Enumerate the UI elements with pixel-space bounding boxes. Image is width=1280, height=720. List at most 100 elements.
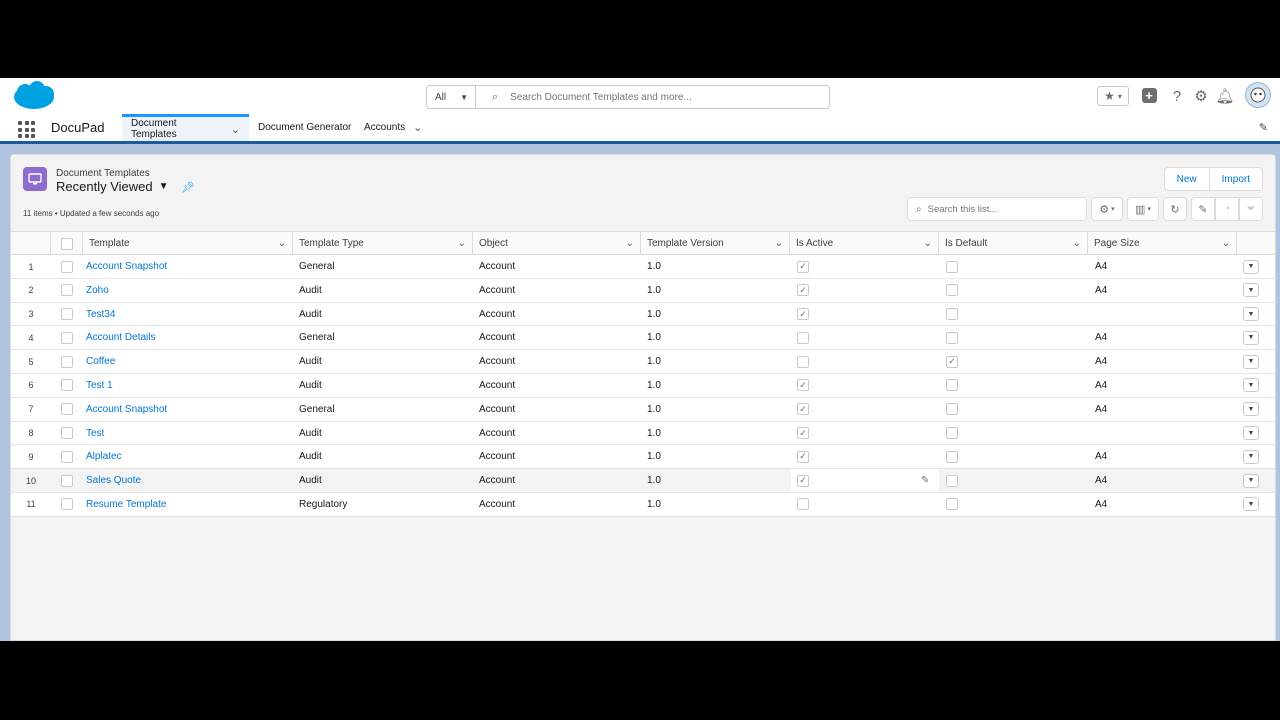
help-icon: ? bbox=[1172, 87, 1182, 105]
list-view-selector[interactable]: Recently Viewed ▼ bbox=[56, 179, 169, 194]
list-view-card: Document Templates Recently Viewed ▼ 📌︎ … bbox=[10, 154, 1276, 641]
is-default-cell bbox=[946, 374, 958, 397]
row-checkbox[interactable] bbox=[61, 308, 73, 321]
search-scope-select[interactable]: All ▼ bbox=[426, 85, 476, 109]
template-link[interactable]: Test34 bbox=[86, 303, 115, 326]
row-checkbox[interactable] bbox=[61, 403, 73, 416]
row-checkbox[interactable] bbox=[61, 284, 73, 297]
row-actions-header bbox=[1237, 232, 1275, 255]
template-link[interactable]: Account Snapshot bbox=[86, 255, 167, 278]
notifications-button[interactable]: 🔔︎ bbox=[1215, 86, 1234, 106]
row-action-menu-icon[interactable]: ▼ bbox=[1243, 283, 1259, 298]
template-link[interactable]: Account Details bbox=[86, 326, 155, 349]
row-checkbox[interactable] bbox=[61, 474, 73, 487]
table-row[interactable]: 8 Test Audit Account 1.0 ✓ ▼ bbox=[11, 421, 1275, 446]
row-checkbox[interactable] bbox=[61, 498, 73, 511]
row-checkbox[interactable] bbox=[61, 355, 73, 368]
table-row[interactable]: 10 Sales Quote Audit Account 1.0 ✎ ✓ A4 ▼ bbox=[11, 469, 1275, 493]
template-type-cell: General bbox=[299, 261, 335, 272]
chevron-down-icon[interactable]: ⌄ bbox=[278, 238, 286, 249]
row-checkbox[interactable] bbox=[61, 331, 73, 344]
template-link[interactable]: Zoho bbox=[86, 279, 109, 302]
column-header-is-default[interactable]: Is Default ⌄ bbox=[939, 232, 1088, 255]
column-header-page-size[interactable]: Page Size ⌄ bbox=[1088, 232, 1237, 255]
template-link[interactable]: Alplatec bbox=[86, 445, 122, 468]
is-default-checkbox bbox=[946, 450, 958, 463]
row-action-menu-icon[interactable]: ▼ bbox=[1243, 426, 1259, 441]
column-header-is-active[interactable]: Is Active ⌄ bbox=[790, 232, 939, 255]
favorites-button[interactable]: ★ ▾ bbox=[1097, 86, 1129, 106]
chevron-down-icon[interactable]: ⌄ bbox=[775, 238, 783, 249]
global-actions-button[interactable]: + bbox=[1140, 86, 1158, 104]
row-action-menu-icon[interactable]: ▼ bbox=[1243, 449, 1259, 464]
row-action-menu-icon[interactable]: ▼ bbox=[1243, 307, 1259, 322]
row-select bbox=[51, 398, 83, 421]
row-action-menu-icon[interactable]: ▼ bbox=[1243, 259, 1259, 274]
template-link[interactable]: Sales Quote bbox=[86, 469, 141, 492]
setup-button[interactable]: ⚙ bbox=[1192, 86, 1210, 106]
row-checkbox[interactable] bbox=[61, 427, 73, 440]
table-row[interactable]: 11 Resume Template Regulatory Account 1.0 A4 ▼ bbox=[11, 492, 1275, 517]
filter-button[interactable]: ⏷ bbox=[1239, 197, 1263, 221]
template-link[interactable]: Account Snapshot bbox=[86, 398, 167, 421]
template-type-cell: Audit bbox=[299, 427, 322, 439]
chevron-down-icon[interactable]: ⌄ bbox=[1073, 238, 1081, 249]
chevron-down-icon[interactable]: ⌄ bbox=[1222, 238, 1230, 249]
new-button[interactable]: New bbox=[1163, 167, 1210, 191]
list-search[interactable]: ⌕ bbox=[907, 197, 1087, 221]
chevron-down-icon[interactable]: ⌄ bbox=[458, 238, 466, 249]
table-row[interactable]: 7 Account Snapshot General Account 1.0 ✓ A4 ▼ bbox=[11, 397, 1275, 422]
template-link[interactable]: Coffee bbox=[86, 350, 115, 373]
row-checkbox[interactable] bbox=[61, 260, 73, 273]
column-header-template[interactable]: Template ⌄ bbox=[83, 232, 293, 255]
tab-accounts[interactable]: Accounts ⌄ bbox=[364, 114, 422, 141]
chevron-down-icon[interactable]: ⌄ bbox=[413, 121, 422, 134]
row-action-menu-icon[interactable]: ▼ bbox=[1243, 497, 1259, 512]
select-all-checkbox[interactable] bbox=[60, 237, 73, 250]
edit-list-button[interactable]: ✎ bbox=[1191, 197, 1215, 221]
display-as-button[interactable]: ▥ ▾ bbox=[1127, 197, 1159, 221]
tab-document-generator[interactable]: Document Generator bbox=[258, 114, 351, 141]
edit-nav-pencil-icon[interactable]: ✎ bbox=[1259, 121, 1268, 134]
row-action-menu-icon[interactable]: ▼ bbox=[1243, 330, 1259, 345]
refresh-button[interactable]: ↻ bbox=[1163, 197, 1187, 221]
help-button[interactable]: ? bbox=[1168, 86, 1186, 106]
global-search[interactable]: ⌕ bbox=[476, 85, 830, 109]
row-action-menu-icon[interactable]: ▼ bbox=[1243, 402, 1259, 417]
list-settings-button[interactable]: ⚙ ▾ bbox=[1091, 197, 1123, 221]
column-header-template-version[interactable]: Template Version ⌄ bbox=[641, 232, 790, 255]
charts-button[interactable]: ◔ bbox=[1215, 197, 1239, 221]
add-icon: + bbox=[1141, 87, 1157, 103]
table-row[interactable]: 4 Account Details General Account 1.0 A4 ▼ bbox=[11, 326, 1275, 351]
table-row[interactable]: 2 Zoho Audit Account 1.0 ✓ A4 ▼ bbox=[11, 278, 1275, 303]
table-row[interactable]: 6 Test 1 Audit Account 1.0 ✓ A4 ▼ bbox=[11, 373, 1275, 398]
column-label: Is Active bbox=[796, 238, 834, 249]
pin-icon[interactable]: 📌︎ bbox=[180, 179, 196, 195]
template-link[interactable]: Test bbox=[86, 422, 104, 445]
row-action-menu-icon[interactable]: ▼ bbox=[1243, 473, 1259, 488]
chevron-down-icon[interactable]: ⌄ bbox=[231, 123, 240, 136]
row-action-menu-icon[interactable]: ▼ bbox=[1243, 378, 1259, 393]
row-checkbox[interactable] bbox=[61, 450, 73, 463]
avatar[interactable] bbox=[1245, 82, 1271, 108]
table-row[interactable]: 5 Coffee Audit Account 1.0 ✓ A4 ▼ bbox=[11, 350, 1275, 374]
table-row[interactable]: 9 Alplatec Audit Account 1.0 ✓ A4 ▼ bbox=[11, 445, 1275, 470]
column-header-object[interactable]: Object ⌄ bbox=[473, 232, 641, 255]
table-row[interactable]: 1 Account Snapshot General Account 1.0 ✓ A4 ▼ bbox=[11, 255, 1275, 279]
global-search-input[interactable] bbox=[510, 91, 791, 103]
chevron-down-icon[interactable]: ⌄ bbox=[924, 238, 932, 249]
table-row[interactable]: 3 Test34 Audit Account 1.0 ✓ ▼ bbox=[11, 302, 1275, 327]
chevron-down-icon[interactable]: ⌄ bbox=[626, 238, 634, 249]
template-link[interactable]: Test 1 bbox=[86, 374, 113, 397]
tab-document-templates[interactable]: Document Templates ⌄ bbox=[122, 114, 249, 141]
pencil-icon[interactable]: ✎ bbox=[921, 469, 929, 492]
salesforce-logo-icon[interactable] bbox=[12, 81, 56, 111]
app-launcher-icon[interactable] bbox=[18, 121, 35, 138]
template-link[interactable]: Resume Template bbox=[86, 493, 166, 516]
select-all-header bbox=[51, 232, 83, 255]
row-checkbox[interactable] bbox=[61, 379, 73, 392]
row-action-menu-icon[interactable]: ▼ bbox=[1243, 354, 1259, 369]
import-button[interactable]: Import bbox=[1209, 167, 1263, 191]
list-search-input[interactable] bbox=[927, 203, 1078, 215]
column-header-template-type[interactable]: Template Type ⌄ bbox=[293, 232, 473, 255]
